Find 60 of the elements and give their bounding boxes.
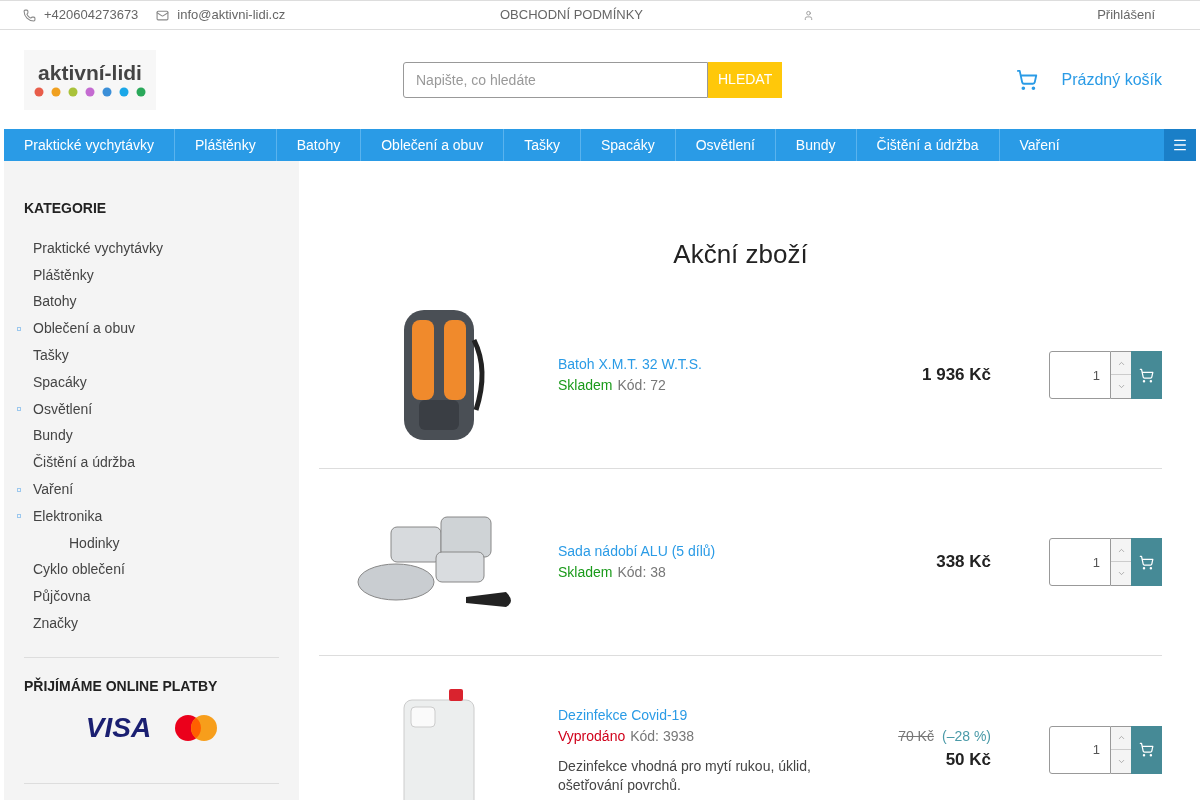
availability-status: Skladem xyxy=(558,377,613,393)
cart-icon xyxy=(1139,367,1154,383)
increase-button[interactable] xyxy=(1111,352,1131,375)
category-link[interactable]: Značky xyxy=(33,613,79,635)
category-link[interactable]: Čištění a údržba xyxy=(33,452,135,474)
menu-icon xyxy=(1172,137,1188,153)
phone-number: +420604273673 xyxy=(44,6,139,25)
activity-dots-icon xyxy=(34,87,146,97)
cart-icon xyxy=(1139,742,1154,757)
category-link[interactable]: Spacáky xyxy=(33,371,87,393)
category-link[interactable]: Cyklo oblečení xyxy=(33,559,125,581)
cart-icon xyxy=(1139,554,1154,570)
increase-button[interactable] xyxy=(1111,539,1131,562)
login-link[interactable]: Přihlášení xyxy=(1097,5,1155,25)
product-code: Kód: 3938 xyxy=(630,727,695,744)
terms-link[interactable]: OBCHODNÍ PODMÍNKY xyxy=(500,5,643,25)
product-description: Dezinfekce vhodná pro mytí rukou, úklid, ošetřování povrchů. xyxy=(558,756,812,795)
menu-button[interactable] xyxy=(1164,129,1196,161)
add-to-cart-button[interactable] xyxy=(1131,351,1162,399)
visa-logo: VISA xyxy=(85,713,152,742)
category-link[interactable]: Vaření xyxy=(33,479,74,501)
quantity-field[interactable]: 1 xyxy=(1049,351,1111,399)
chevron-down-icon xyxy=(1116,382,1126,391)
category-link[interactable]: Elektronika xyxy=(33,505,103,527)
sidebar-heading: KATEGORIE xyxy=(24,199,108,218)
category-link[interactable]: Bundy xyxy=(33,425,73,447)
mastercard-logo xyxy=(175,714,218,741)
discount-label: (–28 %) xyxy=(941,728,991,745)
category-link[interactable]: Batohy xyxy=(33,291,77,313)
mail-icon xyxy=(156,8,170,22)
category-link[interactable]: Pláštěnky xyxy=(33,264,94,286)
cart-icon[interactable] xyxy=(1015,68,1038,91)
product-price: 338 Kč xyxy=(936,551,991,574)
product-code: Kód: 38 xyxy=(617,564,666,580)
availability-status: Skladem xyxy=(558,564,613,580)
category-link[interactable]: Praktické vychytávky xyxy=(33,237,163,259)
sidebar-heading: PŘIJÍMÁME ONLINE PLATBY xyxy=(24,676,219,696)
quantity-field[interactable]: 1 xyxy=(1049,538,1111,586)
chevron-up-icon xyxy=(1116,733,1126,742)
old-price: 70 Kč xyxy=(898,728,934,745)
user-icon[interactable] xyxy=(803,9,814,21)
add-to-cart-button[interactable] xyxy=(1131,538,1162,586)
logo[interactable]: aktivní-lidi xyxy=(24,49,156,110)
category-link[interactable]: Tašky xyxy=(33,345,69,367)
category-link[interactable]: Hodinky xyxy=(69,532,120,554)
search-field[interactable]: Napište, co hledáte xyxy=(403,61,708,98)
product-price: 1 936 Kč xyxy=(922,364,991,387)
category-link[interactable]: Osvětlení xyxy=(33,398,93,420)
chevron-down-icon xyxy=(1116,569,1126,578)
add-to-cart-button[interactable] xyxy=(1131,725,1162,774)
category-link[interactable]: Půjčovna xyxy=(33,586,91,608)
product-price: 50 Kč xyxy=(945,749,991,772)
page-title: Akční zboží xyxy=(672,238,809,271)
category-link[interactable]: Oblečení a obuv xyxy=(33,318,135,340)
quantity-field[interactable]: 1 xyxy=(1049,725,1111,774)
availability-status: Vyprodáno xyxy=(558,727,626,744)
increase-button[interactable] xyxy=(1111,726,1131,750)
phone-icon xyxy=(23,8,36,22)
product-code: Kód: 72 xyxy=(617,377,666,393)
email-address: info@aktivni-lidi.cz xyxy=(177,6,286,25)
